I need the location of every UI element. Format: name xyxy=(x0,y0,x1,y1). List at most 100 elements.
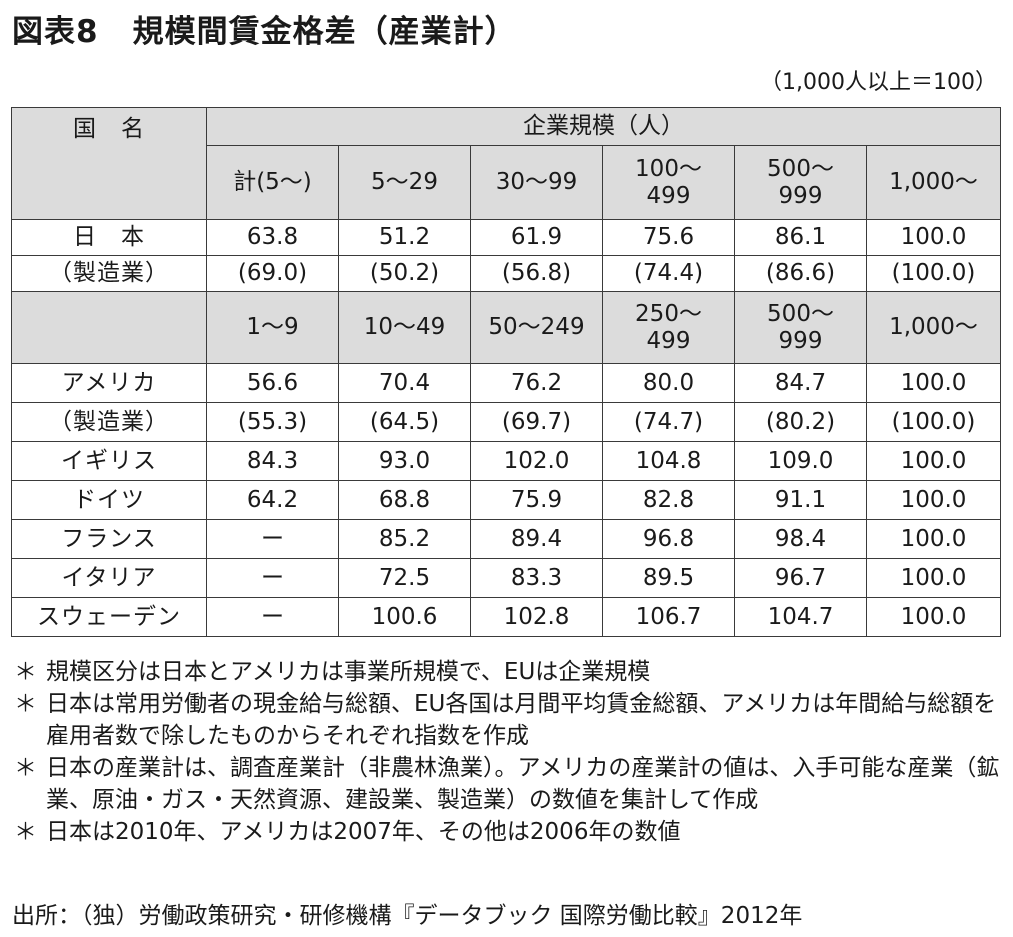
row-label: フランス xyxy=(11,519,207,559)
note-item: ＊ 規模区分は日本とアメリカは事業所規模で、EUは企業規模 xyxy=(12,656,1002,688)
row-label: スウェーデン xyxy=(11,597,207,637)
data-cell: 80.0 xyxy=(602,363,735,403)
row-label: （製造業） xyxy=(11,255,207,292)
table-row: イギリス 84.3 93.0 102.0 104.8 109.0 100.0 xyxy=(11,441,1001,481)
note-text: 規模区分は日本とアメリカは事業所規模で、EUは企業規模 xyxy=(46,659,651,685)
data-cell: 96.8 xyxy=(602,519,735,559)
column-header: 1,000〜 xyxy=(866,291,1001,364)
note-marker: ＊ xyxy=(14,755,37,781)
note-item: ＊ 日本は2010年、アメリカは2007年、その他は2006年の数値 xyxy=(12,816,1002,848)
column-header: 30〜99 xyxy=(470,145,603,220)
source-citation: 出所：（独）労働政策研究・研修機構『データブック 国際労働比較』2012年 xyxy=(12,903,803,929)
table-row: （製造業） (55.3) (64.5) (69.7) (74.7) (80.2) (100.… xyxy=(11,402,1001,442)
table-row: 日 本 63.8 51.2 61.9 75.6 86.1 100.0 xyxy=(11,219,1001,256)
enterprise-size-header: 企業規模（人） xyxy=(206,107,1001,146)
data-cell: 68.8 xyxy=(338,480,471,520)
table-row: スウェーデンー 100.6 102.8 106.7 104.7 100.0 xyxy=(11,597,1001,637)
note-marker: ＊ xyxy=(14,819,37,845)
unit-note: （1,000人以上＝100） xyxy=(760,70,997,95)
data-cell: 86.1 xyxy=(734,219,867,256)
data-cell: (80.2) xyxy=(734,402,867,442)
data-cell: 100.0 xyxy=(866,441,1001,481)
blank-header-cell xyxy=(11,291,207,364)
note-item: ＊ 日本は常用労働者の現金給与総額、EU各国は月間平均賃金総額、アメリカは年間給与… xyxy=(12,688,1002,752)
data-cell: ー xyxy=(206,519,339,559)
data-cell: 70.4 xyxy=(338,363,471,403)
data-cell: 76.2 xyxy=(470,363,603,403)
note-text: 日本は常用労働者の現金給与総額、EU各国は月間平均賃金総額、アメリカは年間給与総… xyxy=(46,691,997,749)
row-label: （製造業） xyxy=(11,402,207,442)
data-cell: 96.7 xyxy=(734,558,867,598)
column-header: 50〜249 xyxy=(470,291,603,364)
table-row: ドイツ 64.2 68.8 75.9 82.8 91.1 100.0 xyxy=(11,480,1001,520)
data-cell: 75.6 xyxy=(602,219,735,256)
data-cell: 100.0 xyxy=(866,597,1001,637)
data-cell: (56.8) xyxy=(470,255,603,292)
data-cell: 100.6 xyxy=(338,597,471,637)
note-text: 日本の産業計は、調査産業計（非農林漁業）。アメリカの産業計の値は、入手可能な産業… xyxy=(46,755,1000,813)
data-cell: 104.7 xyxy=(734,597,867,637)
table-row: アメリカ 56.6 70.4 76.2 80.0 84.7 100.0 xyxy=(11,363,1001,403)
data-cell: 109.0 xyxy=(734,441,867,481)
data-cell: 100.0 xyxy=(866,480,1001,520)
data-cell: ー xyxy=(206,558,339,598)
data-cell: 56.6 xyxy=(206,363,339,403)
data-cell: 82.8 xyxy=(602,480,735,520)
data-cell: 100.0 xyxy=(866,558,1001,598)
data-cell: (100.0) xyxy=(866,255,1001,292)
header-row-group: 国 名 企業規模（人） xyxy=(11,107,1001,220)
data-cell: 63.8 xyxy=(206,219,339,256)
data-cell: (50.2) xyxy=(338,255,471,292)
data-cell: 100.0 xyxy=(866,363,1001,403)
data-cell: (55.3) xyxy=(206,402,339,442)
data-cell: ー xyxy=(206,597,339,637)
data-cell: 75.9 xyxy=(470,480,603,520)
data-cell: (69.7) xyxy=(470,402,603,442)
data-cell: 85.2 xyxy=(338,519,471,559)
column-header: 10〜49 xyxy=(338,291,471,364)
data-cell: 93.0 xyxy=(338,441,471,481)
table-row: フランスー 85.2 89.4 96.8 98.4 100.0 xyxy=(11,519,1001,559)
column-header: 5〜29 xyxy=(338,145,471,220)
data-cell: (100.0) xyxy=(866,402,1001,442)
data-cell: 106.7 xyxy=(602,597,735,637)
column-header: 500〜 999 xyxy=(734,291,867,364)
wage-gap-table: 国 名 企業規模（人） 計(5〜) 5〜29 30〜99 100〜 499 50… xyxy=(11,107,1001,637)
data-cell: 102.0 xyxy=(470,441,603,481)
row-label: ドイツ xyxy=(11,480,207,520)
data-cell: 100.0 xyxy=(866,219,1001,256)
column-header: 250〜 499 xyxy=(602,291,735,364)
note-item: ＊ 日本の産業計は、調査産業計（非農林漁業）。アメリカの産業計の値は、入手可能な産… xyxy=(12,752,1002,816)
data-cell: 89.4 xyxy=(470,519,603,559)
data-cell: 61.9 xyxy=(470,219,603,256)
row-label: イタリア xyxy=(11,558,207,598)
data-cell: (74.7) xyxy=(602,402,735,442)
figure-number: 図表8 xyxy=(12,14,99,50)
note-text: 日本は2010年、アメリカは2007年、その他は2006年の数値 xyxy=(46,819,681,845)
data-cell: (74.4) xyxy=(602,255,735,292)
notes: ＊ 規模区分は日本とアメリカは事業所規模で、EUは企業規模 ＊ 日本は常用労働者の現金… xyxy=(12,656,1002,848)
column-header: 1〜9 xyxy=(206,291,339,364)
header-row-other-columns: 1〜9 10〜49 50〜249 250〜 499 500〜 999 1,000〜 xyxy=(11,291,1001,364)
data-cell: 51.2 xyxy=(338,219,471,256)
column-header: 計(5〜) xyxy=(206,145,339,220)
data-cell: 104.8 xyxy=(602,441,735,481)
data-cell: 102.8 xyxy=(470,597,603,637)
table-row: イタリアー 72.5 83.3 89.5 96.7 100.0 xyxy=(11,558,1001,598)
data-cell: 100.0 xyxy=(866,519,1001,559)
data-cell: 64.2 xyxy=(206,480,339,520)
column-header: 100〜 499 xyxy=(602,145,735,220)
data-cell: 83.3 xyxy=(470,558,603,598)
table-body: 国 名 企業規模（人） 計(5〜) 5〜29 30〜99 100〜 499 50… xyxy=(11,107,1001,637)
country-header: 国 名 xyxy=(11,107,207,220)
data-cell: 98.4 xyxy=(734,519,867,559)
column-header: 1,000〜 xyxy=(866,145,1001,220)
row-label: アメリカ xyxy=(11,363,207,403)
table-row: （製造業） (69.0) (50.2) (56.8) (74.4) (86.6) (100.… xyxy=(11,255,1001,292)
data-cell: 89.5 xyxy=(602,558,735,598)
data-cell: 84.7 xyxy=(734,363,867,403)
data-cell: (64.5) xyxy=(338,402,471,442)
row-label: 日 本 xyxy=(11,219,207,256)
row-label: イギリス xyxy=(11,441,207,481)
data-cell: (69.0) xyxy=(206,255,339,292)
